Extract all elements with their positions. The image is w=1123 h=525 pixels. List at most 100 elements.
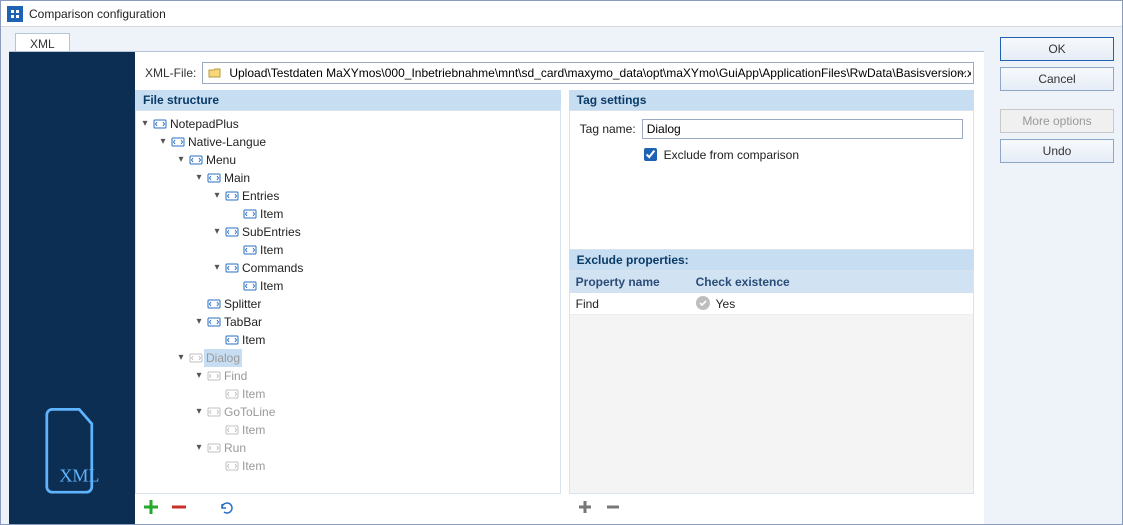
expander-icon[interactable]: ▾ [192, 439, 206, 457]
tree-node[interactable]: Item [138, 277, 558, 295]
tree-node[interactable]: Item [138, 385, 558, 403]
exclude-label: Exclude from comparison [664, 148, 799, 162]
tree-node-label: Find [222, 367, 249, 385]
workrow: XML XML-File: [9, 51, 984, 524]
ok-button[interactable]: OK [1000, 37, 1114, 61]
left-area: XML XML XML-File: [1, 27, 992, 524]
tree-node[interactable]: ▾ Dialog [138, 349, 558, 367]
tree-node[interactable]: ▾Native-Langue [138, 133, 558, 151]
remove-node-icon[interactable] [169, 497, 189, 517]
tree-node-label: Menu [204, 151, 238, 169]
open-file-icon[interactable] [207, 65, 223, 81]
tree-node[interactable]: ▾GoToLine [138, 403, 558, 421]
tree-node-label: Item [240, 331, 267, 349]
tag-icon [224, 423, 240, 437]
tree-toolbar [135, 494, 561, 520]
tag-icon [224, 261, 240, 275]
file-row: XML-File: [135, 52, 984, 90]
exclude-toolbar [569, 494, 974, 520]
tagname-input[interactable] [642, 119, 963, 139]
expander-icon[interactable]: ▾ [192, 403, 206, 421]
exclude-checkbox[interactable] [644, 148, 657, 161]
tree-node-label: Dialog [204, 349, 242, 367]
exclude-row[interactable]: Find Yes [570, 293, 973, 315]
tree-node[interactable]: Item [138, 421, 558, 439]
tree-node[interactable]: ▾ Menu [138, 151, 558, 169]
tree-node[interactable]: ▾ TabBar [138, 313, 558, 331]
tag-icon [206, 405, 222, 419]
window-root: Comparison configuration XML XML XML-Fil… [0, 0, 1123, 525]
tree-node-label: Run [222, 439, 248, 457]
tagname-label: Tag name: [580, 122, 636, 136]
tree-node[interactable]: Item [138, 241, 558, 259]
tabstrip: XML [1, 27, 992, 51]
tree-node-label: Item [258, 205, 285, 223]
col-check-existence: Check existence [690, 271, 973, 293]
xml-file-label: XML-File: [145, 66, 196, 80]
tree-node[interactable]: ▾ Main [138, 169, 558, 187]
expander-icon[interactable]: ▾ [192, 313, 206, 331]
tree-node-label: Commands [240, 259, 305, 277]
tag-icon [152, 117, 168, 131]
tree: ▾NotepadPlus▾Native-Langue▾Menu▾Main▾Ent… [136, 111, 560, 479]
tree-node[interactable]: ▾Entries [138, 187, 558, 205]
expander-icon[interactable]: ▾ [192, 169, 206, 187]
expander-icon[interactable]: ▾ [138, 115, 152, 133]
tree-node-label: TabBar [222, 313, 264, 331]
tree-scroll[interactable]: ▾NotepadPlus▾Native-Langue▾Menu▾Main▾Ent… [136, 111, 560, 493]
tree-node-label: Item [240, 385, 267, 403]
tree-node-label: Item [258, 241, 285, 259]
exclude-row-check: Yes [690, 293, 973, 314]
tree-node[interactable]: ▾ Commands [138, 259, 558, 277]
tag-icon [170, 135, 186, 149]
tree-node-label: NotepadPlus [168, 115, 241, 133]
dropdown-icon[interactable] [955, 66, 969, 80]
tree-node[interactable]: Item [138, 457, 558, 475]
titlebar: Comparison configuration [1, 1, 1122, 27]
tag-icon [242, 243, 258, 257]
exclude-props-title: Exclude properties: [569, 250, 974, 270]
expander-icon[interactable]: ▾ [156, 133, 170, 151]
cancel-button[interactable]: Cancel [1000, 67, 1114, 91]
xml-file-path-input[interactable] [227, 65, 973, 81]
remove-property-icon[interactable] [603, 497, 623, 517]
file-structure-panel: File structure ▾NotepadPlus▾Native-Langu… [135, 90, 561, 520]
tree-node[interactable]: ▾SubEntries [138, 223, 558, 241]
add-property-icon[interactable] [575, 497, 595, 517]
expander-icon[interactable]: ▾ [210, 187, 224, 205]
tree-node[interactable]: ▾ Run [138, 439, 558, 457]
more-options-button[interactable]: More options [1000, 109, 1114, 133]
col-property-name: Property name [570, 271, 690, 293]
tag-icon [224, 225, 240, 239]
tree-node[interactable]: Splitter [138, 295, 558, 313]
undo-button[interactable]: Undo [1000, 139, 1114, 163]
exclude-checkbox-row[interactable]: Exclude from comparison [640, 145, 963, 164]
xml-file-combo[interactable] [202, 62, 974, 84]
tree-node[interactable]: Item [138, 331, 558, 349]
file-structure-title: File structure [135, 90, 561, 110]
sidebar-label: XML [59, 465, 99, 485]
content: XML-File: [135, 52, 984, 524]
tree-node[interactable]: ▾ NotepadPlus [138, 115, 558, 133]
app-icon [7, 6, 23, 22]
xml-file-icon: XML [32, 404, 112, 494]
add-node-icon[interactable] [141, 497, 161, 517]
window-title: Comparison configuration [29, 7, 166, 21]
tag-settings-title: Tag settings [569, 90, 974, 110]
tag-settings-body: Tag name: Exclude from comparison [569, 110, 974, 250]
expander-icon[interactable]: ▾ [174, 349, 188, 367]
expander-icon[interactable]: ▾ [174, 151, 188, 169]
file-structure-body: ▾NotepadPlus▾Native-Langue▾Menu▾Main▾Ent… [135, 110, 561, 494]
tag-icon [188, 153, 204, 167]
tree-node[interactable]: ▾ Find [138, 367, 558, 385]
tag-icon [206, 315, 222, 329]
tree-node-label: Item [258, 277, 285, 295]
tag-icon [224, 387, 240, 401]
expander-icon[interactable]: ▾ [210, 259, 224, 277]
tag-icon [206, 297, 222, 311]
expander-icon[interactable]: ▾ [210, 223, 224, 241]
tree-node[interactable]: Item [138, 205, 558, 223]
expander-icon[interactable]: ▾ [192, 367, 206, 385]
tree-node-label: Main [222, 169, 252, 187]
reload-tree-icon[interactable] [217, 497, 237, 517]
